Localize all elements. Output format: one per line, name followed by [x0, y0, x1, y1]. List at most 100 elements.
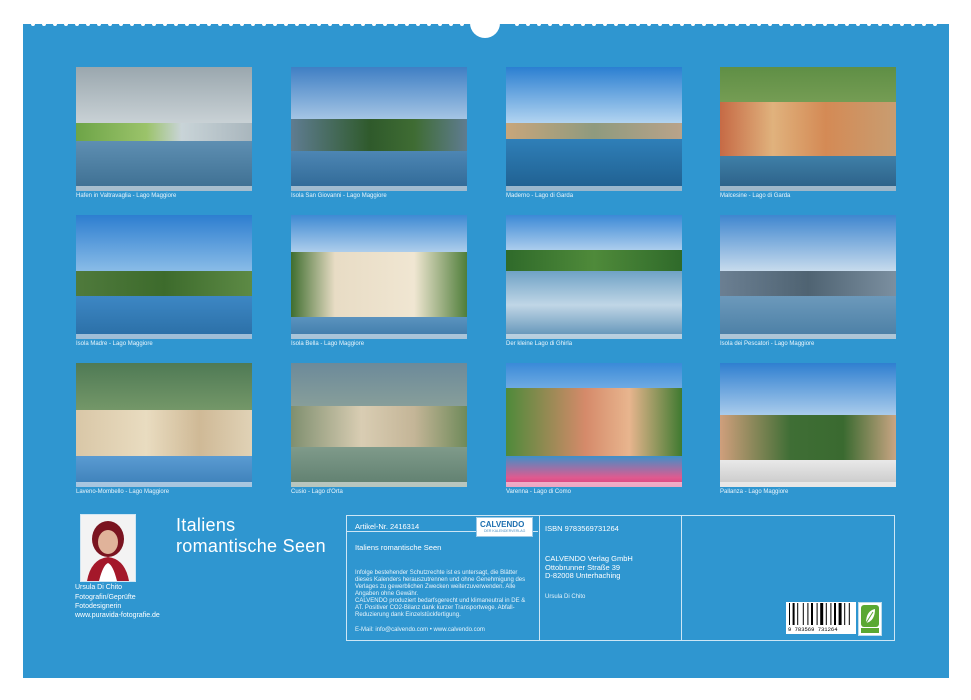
binding-hole [625, 22, 629, 26]
binding-hole [328, 22, 332, 26]
binding-hole [867, 22, 871, 26]
binding-hole [372, 22, 376, 26]
binding-hole [130, 22, 134, 26]
author-portrait [80, 514, 136, 582]
calendar-title-line2: romantische Seen [176, 536, 326, 556]
photo-valtravaglia [76, 67, 252, 191]
binding-hole [383, 22, 387, 26]
binding-hole [262, 22, 266, 26]
binding-hole [152, 22, 156, 26]
isbn: ISBN 9783569731264 [545, 524, 619, 533]
barcode-bar [802, 603, 804, 625]
binding-hole [537, 22, 541, 26]
binding-hole [669, 22, 673, 26]
binding-hole [526, 22, 530, 26]
caption-6: Isola Bella - Lago Maggiore [291, 341, 365, 347]
barcode-bar [848, 603, 850, 625]
barcode: 9 783569 731264 [786, 602, 856, 634]
caption-2: Isola San Giovanni - Lago Maggiore [291, 193, 387, 199]
binding-hole [86, 22, 90, 26]
caption-8: Isola dei Pescatori - Lago Maggiore [720, 341, 815, 347]
publisher-name: CALVENDO Verlag GmbH [545, 554, 633, 563]
binding-hole [592, 22, 596, 26]
binding-hole [856, 22, 860, 26]
barcode-bar [807, 603, 809, 625]
binding-hole [185, 22, 189, 26]
binding-hole [680, 22, 684, 26]
caption-4: Malcesine - Lago di Garda [720, 193, 791, 199]
calvendo-logo: CALVENDO DER KALENDERVERLAG [476, 517, 533, 537]
binding-hole [889, 22, 893, 26]
author-credit: Ursula Di Chito [545, 594, 586, 600]
binding-hole [218, 22, 222, 26]
binding-hole [636, 22, 640, 26]
binding-hole [438, 22, 442, 26]
binding-hole [295, 22, 299, 26]
photo-isola-madre [76, 215, 252, 339]
caption-11: Varenna - Lago di Como [506, 489, 571, 495]
caption-3: Maderno - Lago di Garda [506, 193, 574, 199]
binding-hole [416, 22, 420, 26]
binding-hole [273, 22, 277, 26]
binding-hole [900, 22, 904, 26]
barcode-bar [830, 603, 832, 625]
barcode-bar [834, 603, 836, 625]
binding-hole [724, 22, 728, 26]
binding-hole [823, 22, 827, 26]
binding-hole [713, 22, 717, 26]
binding-hole [251, 22, 255, 26]
binding-hole [350, 22, 354, 26]
barcode-bar [797, 603, 799, 625]
binding-hole [229, 22, 233, 26]
binding-hole [240, 22, 244, 26]
photo-laveno-mombello [76, 363, 252, 487]
binding-hole [141, 22, 145, 26]
barcode-bar [792, 603, 795, 625]
binding-hole [394, 22, 398, 26]
binding-hole [702, 22, 706, 26]
photo-isola-bella [291, 215, 467, 339]
binding-hole [812, 22, 816, 26]
photo-lago-di-ghirla [506, 215, 682, 339]
caption-12: Pallanza - Lago Maggiore [720, 489, 789, 495]
binding-hole [691, 22, 695, 26]
binding-hole [768, 22, 772, 26]
binding-hole [581, 22, 585, 26]
barcode-bar [838, 603, 842, 625]
binding-hole [735, 22, 739, 26]
binding-hole [570, 22, 574, 26]
binding-hole [339, 22, 343, 26]
binding-hole [603, 22, 607, 26]
calvendo-logo-text: CALVENDO [480, 520, 525, 529]
binding-hole [790, 22, 794, 26]
binding-hole [306, 22, 310, 26]
binding-hole [449, 22, 453, 26]
binding-hole [42, 22, 46, 26]
author-role: Fotografin/Geprüfte [75, 594, 136, 601]
binding-hole [834, 22, 838, 26]
barcode-bar [820, 603, 824, 625]
binding-hole [53, 22, 57, 26]
caption-1: Hafen in Valtravaglia - Lago Maggiore [76, 193, 177, 199]
binding-hole [405, 22, 409, 26]
photo-cusio [291, 363, 467, 487]
binding-hole [75, 22, 79, 26]
binding-hole [559, 22, 563, 26]
caption-10: Cusio - Lago d'Orta [291, 489, 343, 495]
author-role-2: Fotodesignerin [75, 603, 122, 610]
photo-varenna [506, 363, 682, 487]
calendar-title-line1: Italiens [176, 515, 236, 535]
binding-hole [515, 22, 519, 26]
caption-5: Isola Madre - Lago Maggiore [76, 341, 153, 347]
binding-hole [658, 22, 662, 26]
photo-isola-dei-pescatori [720, 215, 896, 339]
contact-info: E-Mail: info@calvendo.com • www.calvendo… [355, 627, 485, 633]
binding-hole [31, 22, 35, 26]
photo-isola-san-giovanni [291, 67, 467, 191]
binding-hole [757, 22, 761, 26]
photo-pallanza [720, 363, 896, 487]
binding-hole [361, 22, 365, 26]
barcode-bar [789, 603, 790, 625]
author-website: www.puravida-fotografie.de [75, 612, 160, 619]
barcode-bar [811, 603, 813, 625]
